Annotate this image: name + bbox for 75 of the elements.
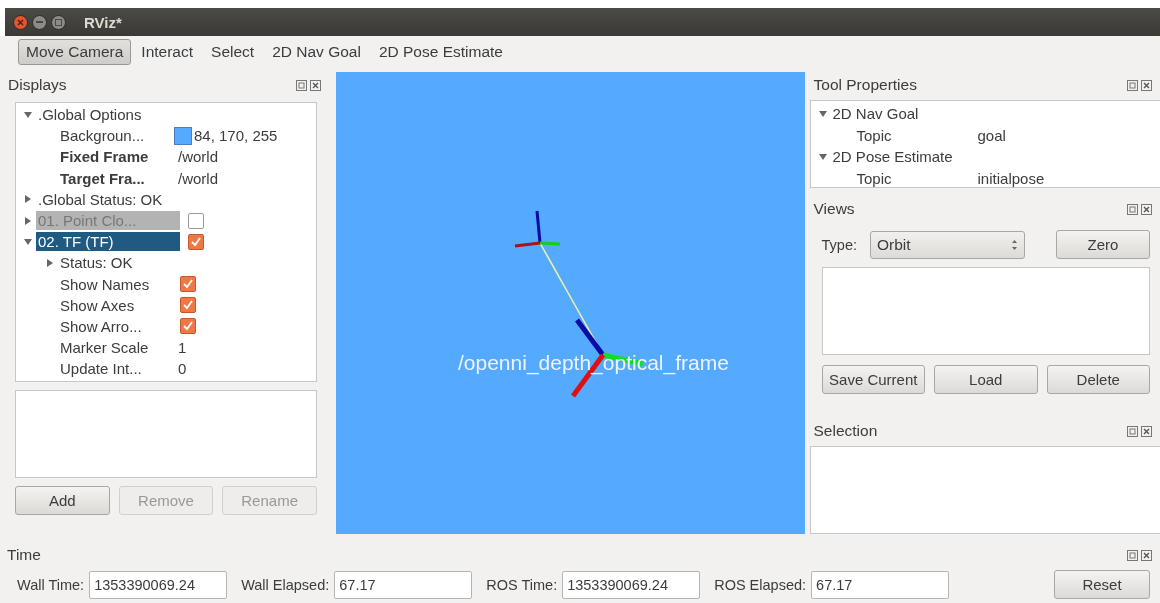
float-icon[interactable] bbox=[1127, 425, 1138, 437]
time-field[interactable]: 1353390069.24 bbox=[89, 570, 228, 599]
panel-title: Selection bbox=[813, 422, 878, 440]
time-field[interactable]: 1353390069.24 bbox=[562, 570, 701, 599]
tree-item-label[interactable]: 02. TF (TF) bbox=[36, 232, 180, 252]
time-label: ROS Elapsed: bbox=[714, 576, 807, 593]
collapse-arrow-icon[interactable] bbox=[818, 153, 827, 161]
tree-item-label[interactable]: Marker Scale bbox=[58, 338, 174, 358]
checkbox[interactable] bbox=[180, 318, 196, 335]
tool-button[interactable]: 2D Pose Estimate bbox=[370, 39, 511, 65]
tree-item-label[interactable]: 2D Pose Estimate bbox=[830, 147, 955, 167]
view-button[interactable]: Save Current bbox=[821, 365, 925, 394]
close-icon[interactable] bbox=[13, 14, 28, 30]
tool-button[interactable]: Select bbox=[203, 39, 263, 65]
tree-item-label[interactable]: Show Axes bbox=[58, 295, 174, 315]
panel-button[interactable]: Add bbox=[15, 486, 110, 515]
panel-title: Displays bbox=[8, 76, 67, 94]
close-icon[interactable] bbox=[1141, 425, 1152, 437]
tree-item-label[interactable]: Topic bbox=[854, 169, 978, 189]
close-icon[interactable] bbox=[1141, 549, 1152, 561]
time-field[interactable]: 67.17 bbox=[334, 570, 473, 599]
type-label: Type: bbox=[821, 236, 857, 253]
zero-button[interactable]: Zero bbox=[1056, 230, 1150, 259]
color-swatch[interactable] bbox=[174, 126, 192, 145]
checkbox[interactable] bbox=[180, 297, 196, 314]
panel-title: Views bbox=[813, 200, 855, 218]
checkbox[interactable] bbox=[188, 233, 204, 250]
spin-arrows-icon bbox=[1011, 238, 1018, 251]
close-icon[interactable] bbox=[1141, 79, 1152, 91]
tree-item-label[interactable]: Show Names bbox=[58, 274, 174, 294]
tree-item-label[interactable]: Fixed Frame bbox=[58, 147, 174, 167]
maximize-icon[interactable] bbox=[51, 14, 66, 30]
collapse-arrow-icon[interactable] bbox=[24, 237, 32, 246]
view-button[interactable]: Load bbox=[934, 365, 1038, 394]
time-field[interactable]: 67.17 bbox=[811, 570, 950, 599]
time-label: Wall Time: bbox=[17, 576, 85, 593]
tree-item-label[interactable]: Backgroun... bbox=[58, 126, 174, 146]
tool-button[interactable]: Interact bbox=[133, 39, 202, 65]
minimize-icon[interactable] bbox=[32, 14, 47, 30]
time-label: ROS Time: bbox=[486, 576, 558, 593]
collapse-arrow-icon[interactable] bbox=[818, 109, 827, 118]
tree-item-label[interactable]: Show Arro... bbox=[58, 316, 174, 336]
property-value: 0 bbox=[178, 359, 187, 379]
tree-item-label[interactable]: Status: OK bbox=[58, 253, 135, 273]
tree-item-label[interactable]: Update Int... bbox=[58, 359, 174, 379]
tree-item-label[interactable]: Target Fra... bbox=[58, 168, 174, 188]
property-value: /world bbox=[178, 168, 218, 188]
close-icon[interactable] bbox=[1141, 203, 1152, 215]
collapse-arrow-icon[interactable] bbox=[24, 110, 32, 119]
property-value: /world bbox=[178, 147, 218, 167]
float-icon[interactable] bbox=[1127, 203, 1138, 215]
tool-button[interactable]: Move Camera bbox=[18, 39, 132, 65]
reset-button[interactable]: Reset bbox=[1054, 570, 1150, 599]
expand-arrow-icon[interactable] bbox=[46, 258, 54, 267]
tree-item-label[interactable]: 2D Nav Goal bbox=[830, 104, 921, 124]
float-icon[interactable] bbox=[296, 79, 307, 91]
tree-item-label[interactable]: .Global Options bbox=[36, 105, 144, 125]
view-button[interactable]: Delete bbox=[1046, 365, 1150, 394]
property-value: 1 bbox=[178, 338, 187, 358]
panel-title: Tool Properties bbox=[813, 76, 917, 94]
tool-button[interactable]: 2D Nav Goal bbox=[264, 39, 369, 65]
property-value: goal bbox=[977, 125, 1006, 145]
float-icon[interactable] bbox=[1127, 549, 1138, 561]
time-label: Wall Elapsed: bbox=[241, 576, 330, 593]
window-title: RViz* bbox=[84, 13, 122, 31]
expand-arrow-icon[interactable] bbox=[24, 195, 32, 204]
panel-title: Time bbox=[7, 546, 41, 564]
float-icon[interactable] bbox=[1127, 79, 1138, 91]
tree-item-label[interactable]: Topic bbox=[854, 125, 978, 145]
tree-item-label[interactable]: .Global Status: OK bbox=[36, 189, 165, 209]
property-value: 84, 170, 255 bbox=[194, 126, 278, 146]
checkbox[interactable] bbox=[180, 276, 196, 293]
type-dropdown[interactable]: Orbit bbox=[870, 230, 1025, 259]
property-value: initialpose bbox=[977, 169, 1045, 189]
close-icon[interactable] bbox=[310, 79, 321, 91]
